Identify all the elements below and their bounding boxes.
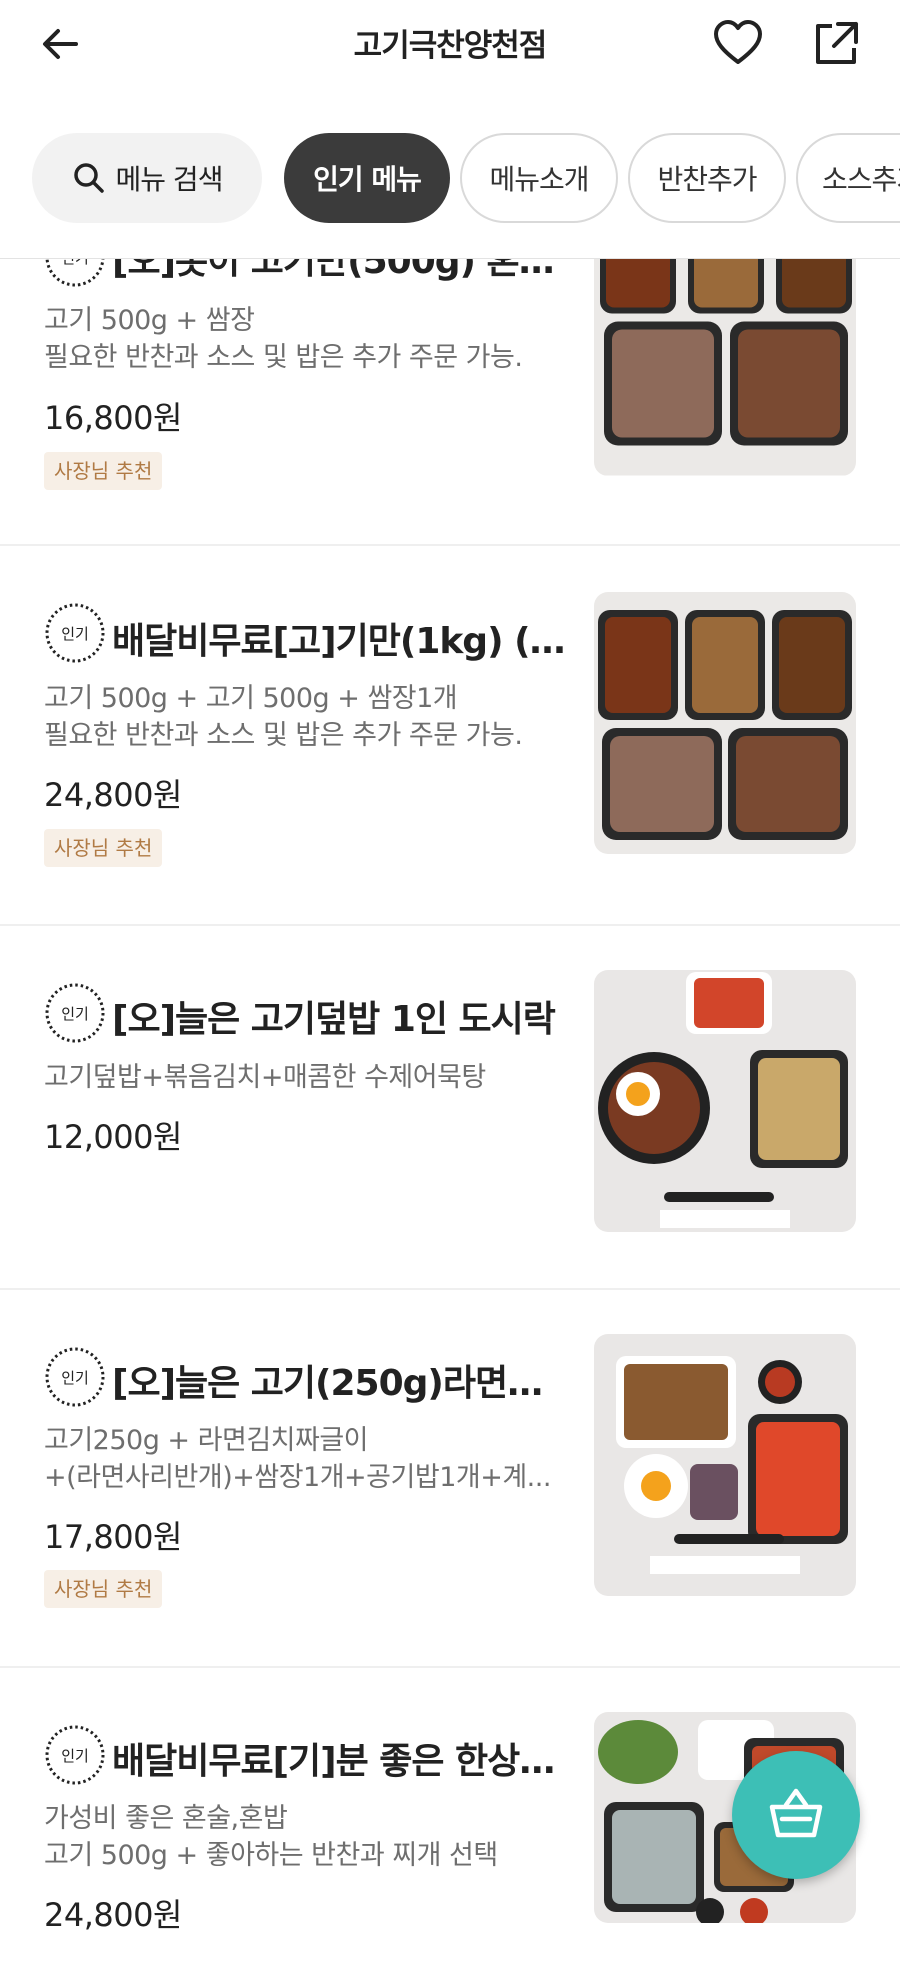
menu-item-photo[interactable] bbox=[594, 1334, 856, 1596]
desc-line: 필요한 반찬과 소스 및 밥은 추가 주문 가능. bbox=[44, 342, 523, 373]
desc-line: 고기 500g + 고기 500g + 쌈장1개 bbox=[44, 683, 458, 714]
category-tab-bar: 메뉴 검색 인기 메뉴 메뉴소개 반찬추가 소스추가 bbox=[0, 100, 900, 259]
menu-item-price: 12,000원 bbox=[44, 1118, 182, 1156]
desc-line: 고기250g + 라면김치짜글이 bbox=[44, 1425, 369, 1456]
desc-line: +(라면사리반개)+쌈장1개+공기밥1개+계... bbox=[44, 1462, 551, 1493]
menu-item[interactable]: 인기 배달비무료[고]기만(1kg) (... 고기 500g + 고기 500… bbox=[0, 546, 900, 926]
store-title: 고기극찬양천점 bbox=[353, 28, 548, 64]
owner-recommend-badge: 사장님 추천 bbox=[44, 452, 163, 490]
menu-item-price: 24,800원 bbox=[44, 1896, 182, 1934]
popular-badge-icon: 인기 bbox=[45, 1347, 105, 1407]
owner-recommend-badge: 사장님 추천 bbox=[44, 1570, 163, 1608]
menu-item-title: 배달비무료[기]분 좋은 한상(... bbox=[112, 1741, 567, 1782]
menu-item-description: 가성비 좋은 혼술,혼밥 고기 500g + 좋아하는 반찬과 찌개 선택 bbox=[44, 1800, 564, 1874]
svg-text:인기: 인기 bbox=[61, 625, 89, 643]
desc-line: 고기 500g + 쌈장 bbox=[44, 305, 255, 336]
menu-item-description: 고기250g + 라면김치짜글이 +(라면사리반개)+쌈장1개+공기밥1개+계.… bbox=[44, 1422, 564, 1496]
tab-menu-intro[interactable]: 메뉴소개 bbox=[460, 133, 618, 223]
svg-text:인기: 인기 bbox=[61, 1005, 89, 1023]
menu-search-button[interactable]: 메뉴 검색 bbox=[32, 133, 262, 223]
desc-line: 고기덮밥+볶음김치+매콤한 수제어묵탕 bbox=[44, 1062, 486, 1093]
tab-popular-menu[interactable]: 인기 메뉴 bbox=[284, 133, 450, 223]
desc-line: 가성비 좋은 혼술,혼밥 bbox=[44, 1803, 288, 1834]
menu-item[interactable]: 인기 [오]늘은 고기(250g)라면짜... 고기250g + 라면김치짜글이… bbox=[0, 1290, 900, 1668]
menu-item-title: [오]늘은 고기(250g)라면짜... bbox=[112, 1363, 567, 1404]
popular-badge-icon: 인기 bbox=[45, 983, 105, 1043]
menu-item-photo[interactable] bbox=[594, 970, 856, 1232]
menu-item-price: 16,800원 bbox=[44, 399, 182, 437]
svg-text:인기: 인기 bbox=[61, 1747, 89, 1765]
menu-item-title: [오]늘은 고기덮밥 1인 도시락 bbox=[112, 999, 556, 1040]
desc-line: 필요한 반찬과 소스 및 밥은 추가 주문 가능. bbox=[44, 720, 523, 751]
app-header: 고기극찬양천점 bbox=[0, 0, 900, 100]
desc-line: 고기 500g + 좋아하는 반찬과 찌개 선택 bbox=[44, 1840, 498, 1871]
cart-button[interactable] bbox=[732, 1751, 860, 1879]
svg-text:인기: 인기 bbox=[61, 1369, 89, 1387]
menu-search-label: 메뉴 검색 bbox=[115, 163, 224, 196]
search-icon bbox=[73, 163, 104, 193]
tab-add-sauce[interactable]: 소스추가 bbox=[796, 133, 900, 223]
menu-item-price: 24,800원 bbox=[44, 776, 182, 814]
share-icon[interactable] bbox=[810, 18, 862, 70]
tab-add-side-dish[interactable]: 반찬추가 bbox=[628, 133, 786, 223]
owner-recommend-badge: 사장님 추천 bbox=[44, 829, 163, 867]
heart-icon[interactable] bbox=[712, 18, 764, 70]
menu-item[interactable]: 인기 [오]늘은 고기덮밥 1인 도시락 고기덮밥+볶음김치+매콤한 수제어묵탕… bbox=[0, 926, 900, 1290]
menu-item-description: 고기 500g + 쌈장 필요한 반찬과 소스 및 밥은 추가 주문 가능. bbox=[44, 302, 564, 376]
menu-item-description: 고기덮밥+볶음김치+매콤한 수제어묵탕 bbox=[44, 1059, 564, 1096]
popular-badge-icon: 인기 bbox=[45, 603, 105, 663]
basket-icon bbox=[769, 1788, 823, 1838]
menu-item-title: 배달비무료[고]기만(1kg) (... bbox=[112, 621, 567, 662]
menu-item-photo[interactable] bbox=[594, 592, 856, 854]
popular-badge-icon: 인기 bbox=[45, 1725, 105, 1785]
menu-item-price: 17,800원 bbox=[44, 1518, 182, 1556]
menu-item-description: 고기 500g + 고기 500g + 쌈장1개 필요한 반찬과 소스 및 밥은… bbox=[44, 680, 564, 754]
